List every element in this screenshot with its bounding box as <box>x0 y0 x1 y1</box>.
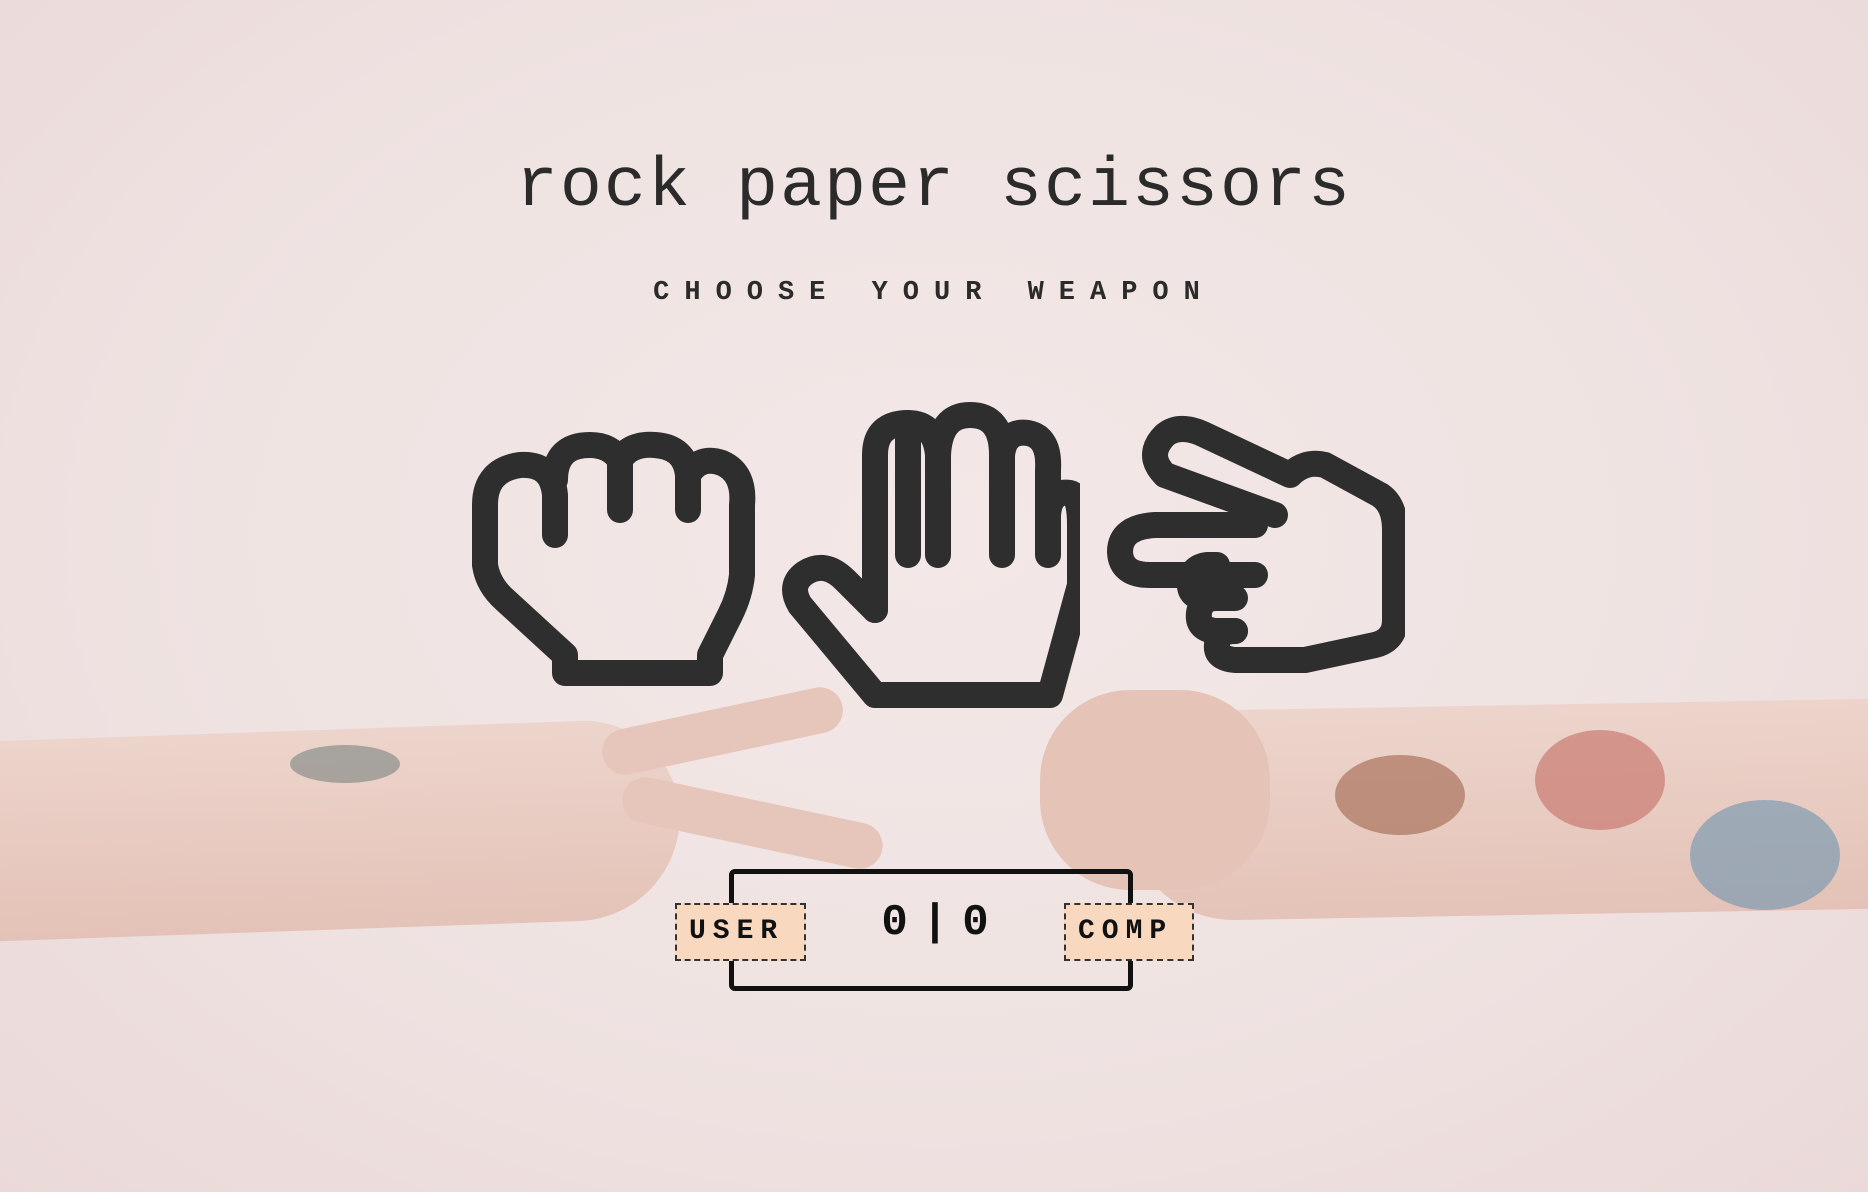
rock-button[interactable] <box>460 415 760 715</box>
fist-icon <box>472 431 756 686</box>
right-arm-tattoo-rose <box>1535 730 1665 830</box>
score-separator: | <box>921 898 949 948</box>
paper-button[interactable] <box>780 395 1080 735</box>
comp-label-badge: COMP <box>1064 903 1194 961</box>
page-subtitle: CHOOSE YOUR WEAPON <box>653 278 1215 308</box>
page-title: rock paper scissors <box>515 148 1353 227</box>
scissors-hand-icon <box>1107 416 1405 673</box>
user-score: 0 <box>881 898 908 948</box>
weapon-choices <box>440 395 1430 745</box>
comp-score: 0 <box>962 898 989 948</box>
right-arm-tattoo-flower <box>1690 800 1840 910</box>
score-display: 0 | 0 <box>860 898 1010 948</box>
user-label-badge: USER <box>675 903 806 961</box>
open-hand-icon <box>782 402 1080 708</box>
right-arm-tattoo-pipe <box>1335 755 1465 835</box>
left-arm-tattoo <box>290 745 400 783</box>
scissors-button[interactable] <box>1105 415 1405 715</box>
